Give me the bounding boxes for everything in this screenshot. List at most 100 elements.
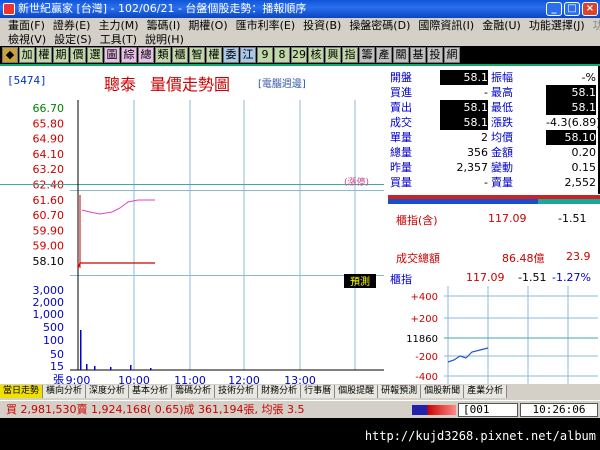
analysis-tab[interactable]: 財務分析 [258,384,302,398]
app-window: 新世紀贏家 [台灣] - 102/06/21 - 台盤個股走勢：播報順序 _ □… [0,0,600,450]
mini-index-label: 櫃指 [390,273,412,286]
quote-row: 總量 356 金額 0.20 [388,145,598,160]
index-change: -1.51 [558,212,587,225]
toolbar-button[interactable]: 圖 [104,47,120,63]
quote-row: 昨量 2,357 變動 0.15 [388,160,598,175]
price-tick-label: 66.70 [33,102,65,115]
analysis-tab[interactable]: 行事曆 [301,384,336,398]
mini-tick-label: +200 [411,314,438,325]
quote-label: 金額 [491,146,513,159]
volume-tick-label: 100 [43,334,64,347]
toolbar-button[interactable]: 期 [53,47,69,63]
quote-row: 買量 - 賣量 2,552 [388,175,598,190]
analysis-tab[interactable]: 個股新聞 [421,384,465,398]
price-tick-label: 64.10 [33,148,65,161]
maximize-button[interactable]: □ [564,2,580,16]
industry-tag[interactable]: [電腦週邊] [258,75,306,90]
volume-tick-label: 500 [43,321,64,334]
analysis-tab[interactable]: 個股提醒 [335,384,379,398]
toolbar-button[interactable]: 產 [376,47,392,63]
analysis-tab[interactable]: 基本分析 [129,384,173,398]
toolbar-button[interactable]: 價 [70,47,86,63]
toolbar-button[interactable]: 權 [36,47,52,63]
toolbar-button[interactable]: 選 [87,47,103,63]
toolbar-button[interactable]: 櫃 [172,47,188,63]
price-volume-chart[interactable]: 66.7065.8064.9064.1063.2062.4061.6060.70… [0,100,388,386]
toolbar-button[interactable]: 基 [410,47,426,63]
analysis-tab[interactable]: 當日走勢 [0,384,44,398]
index-mini-chart[interactable]: +400 +200 11860 -200 -400 [388,286,598,386]
analysis-tab[interactable]: 橫向分析 [43,384,87,398]
quote-value: 2,552 [564,176,597,189]
quote-label: 賣量 [491,176,513,189]
toolbar-button[interactable]: 核 [308,47,324,63]
toolbar-button[interactable]: 興 [325,47,341,63]
analysis-tab[interactable]: 籌碼分析 [172,384,216,398]
quote-value: 2,357 [456,161,489,174]
quote-label: 漲跌 [491,116,513,129]
main-panel: [5474] 聰泰 量價走勢圖 [電腦週邊] 66.70 65.80 64.90 64… [0,64,600,386]
close-button[interactable]: × [582,2,598,16]
status-code-box[interactable]: [001 [458,403,518,417]
toolbar-button[interactable]: 關 [393,47,409,63]
toolbar-button[interactable]: 類 [155,47,171,63]
stock-code: [5474] [7,74,47,87]
quote-value: 58.1 [546,100,596,115]
volume-bar [130,365,132,370]
index-value: 117.09 [488,212,527,225]
watermark-footer: http://kujd3268.pixnet.net/album [0,418,600,450]
toolbar-button[interactable]: ◆ [2,47,18,63]
analysis-tab[interactable]: 深度分析 [86,384,130,398]
toolbar-button[interactable]: 委 [223,47,239,63]
quote-row: 單量 2 均價 58.10 [388,130,598,145]
quote-value: 2 [481,131,488,144]
quote-label: 昨量 [390,161,412,174]
toolbar-button[interactable]: 加 [19,47,35,63]
analysis-tab[interactable]: 技術分析 [215,384,259,398]
app-icon [3,3,15,15]
analysis-tab[interactable]: 研報預測 [378,384,422,398]
toolbar-button[interactable]: 投 [427,47,443,63]
toolbar-button[interactable]: 指 [342,47,358,63]
toolbar-button[interactable]: 權 [206,47,222,63]
quote-label: 總量 [390,146,412,159]
mini-index-change: -1.51 [518,271,547,284]
chart-header: [5474] 聰泰 量價走勢圖 [電腦週邊] [0,66,388,100]
analysis-tab[interactable]: 產業分析 [464,384,508,398]
toolbar-button[interactable]: 8 [274,47,290,63]
toolbar-button[interactable]: 總 [138,47,154,63]
quote-label: 振幅 [491,71,513,84]
toolbar-button[interactable]: 網 [444,47,460,63]
price-tick-label: 61.60 [33,194,65,207]
quote-value: -4.3(6.89) [546,116,600,129]
quote-value: 58.10 [546,130,596,145]
volume-tick-label: 15 [50,360,64,373]
index-mini-chart-panel: 櫃指 117.09 -1.51 -1.27% +400 +200 11860 -200… [388,270,600,386]
quote-label: 單量 [390,131,412,144]
price-tick-label: 63.20 [33,163,65,176]
quote-row: 賣出 58.1 最低 58.1 [388,100,598,115]
quote-label: 均價 [491,131,513,144]
quote-value: 58.1 [440,70,488,85]
quote-value: 58.1 [440,100,488,115]
toolbar-button[interactable]: 智 [189,47,205,63]
quote-label: 最低 [491,101,513,114]
mini-tick-label: -200 [415,352,438,363]
volume-bar [110,367,112,370]
quote-label: 開盤 [390,71,412,84]
footer-url: http://kujd3268.pixnet.net/album [364,429,596,443]
quote-row: 買進 - 最高 58.1 [388,85,598,100]
quote-label: 買量 [390,176,412,189]
mini-index-pct: -1.27% [552,271,591,284]
toolbar-button[interactable]: 江 [240,47,256,63]
average-line [81,199,155,215]
toolbar-button[interactable]: 籌 [359,47,375,63]
stock-name: 聰泰 [104,75,137,94]
quote-label: 變動 [491,161,513,174]
quote-value: 58.1 [440,115,488,130]
minimize-button[interactable]: _ [546,2,562,16]
quote-value: -% [581,71,596,84]
toolbar-button[interactable]: 綜 [121,47,137,63]
toolbar-button[interactable]: 29 [291,47,307,63]
toolbar-button[interactable]: 9 [257,47,273,63]
